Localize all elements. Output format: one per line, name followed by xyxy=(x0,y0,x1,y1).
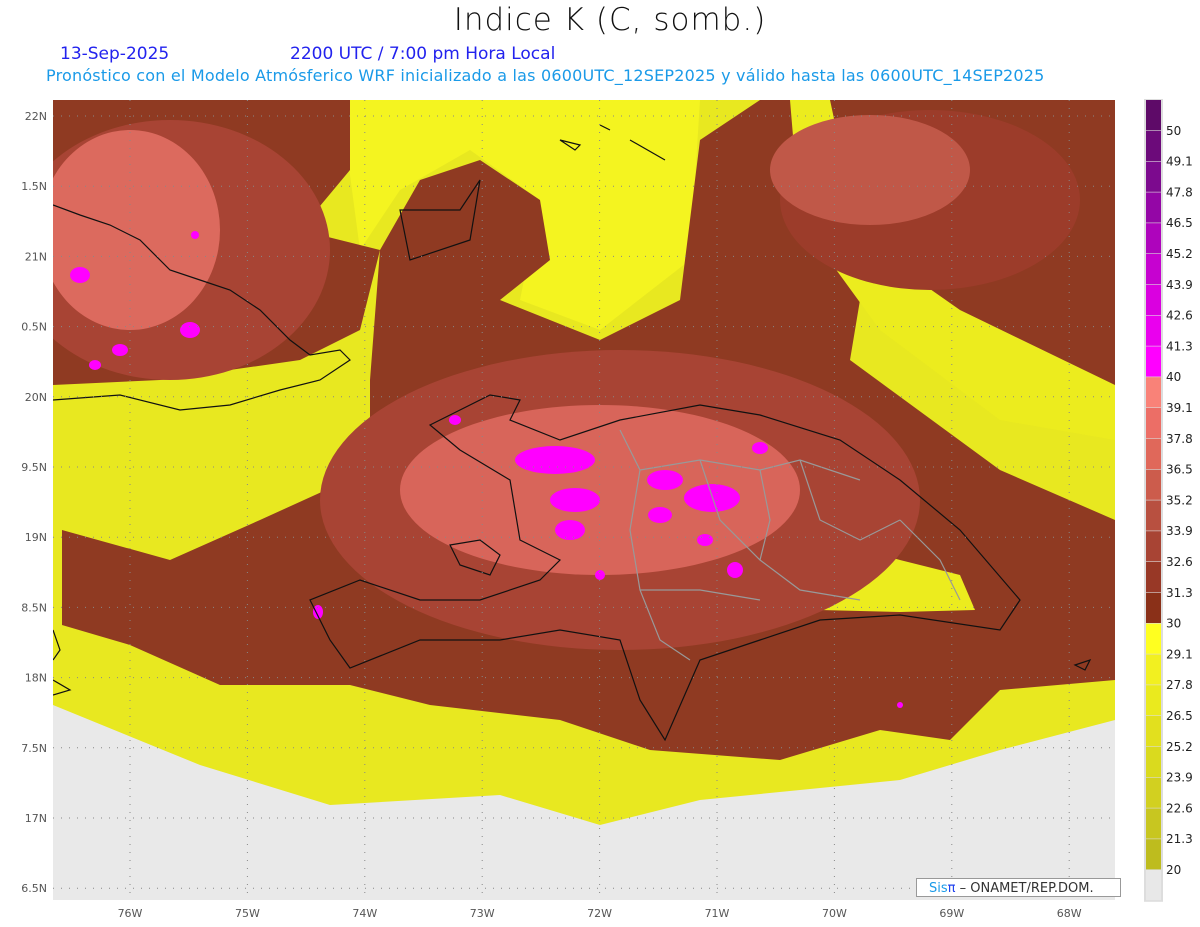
credit-brand-sis: Sis xyxy=(929,881,948,896)
colorbar-segment xyxy=(1146,438,1161,469)
latitude-labels: 22N 1.5N 21N 0.5N 20N 9.5N 19N 8.5N 18N 7.5N 17N 6.… xyxy=(21,110,47,895)
colorbar-label: 21.3 xyxy=(1166,832,1193,846)
lat-label: 8.5N xyxy=(21,601,47,614)
colorbar-segment xyxy=(1146,531,1161,562)
lon-label: 70W xyxy=(822,907,847,920)
colorbar-segment xyxy=(1146,223,1161,254)
lat-label: 17N xyxy=(25,812,47,825)
colorbar-segment xyxy=(1146,685,1161,716)
colorbar-segment xyxy=(1146,592,1161,623)
lat-label: 20N xyxy=(25,391,47,404)
colorbar-label: 25.2 xyxy=(1166,740,1193,754)
colorbar-label: 26.5 xyxy=(1166,709,1193,723)
colorbar-label: 39.1 xyxy=(1166,401,1193,415)
lon-label: 74W xyxy=(352,907,377,920)
lon-label: 71W xyxy=(705,907,730,920)
lat-label: 9.5N xyxy=(21,461,47,474)
colorbar-segment xyxy=(1146,654,1161,685)
credit-brand-pi: π xyxy=(947,881,956,896)
colorbar-label: 35.2 xyxy=(1166,493,1193,507)
colorbar-label: 43.9 xyxy=(1166,278,1193,292)
lon-label: 75W xyxy=(235,907,260,920)
colorbar-label: 33.9 xyxy=(1166,524,1193,538)
colorbar-segment xyxy=(1146,777,1161,808)
colorbar-label: 32.6 xyxy=(1166,555,1193,569)
colorbar-label: 45.2 xyxy=(1166,247,1193,261)
lat-label: 6.5N xyxy=(21,882,47,895)
forecast-time: 2200 UTC / 7:00 pm Hora Local xyxy=(290,44,556,64)
credit-box: Sisπ – ONAMET/REP.DOM. xyxy=(916,878,1121,897)
lat-label: 19N xyxy=(25,531,47,544)
colorbar-segment xyxy=(1146,469,1161,500)
lon-label: 68W xyxy=(1057,907,1082,920)
lon-label: 73W xyxy=(470,907,495,920)
colorbar-segment xyxy=(1146,839,1161,870)
lat-label: 18N xyxy=(25,672,47,685)
colorbar-segment xyxy=(1146,746,1161,777)
colorbar-segment xyxy=(1146,623,1161,654)
lon-label: 72W xyxy=(587,907,612,920)
colorbar-label: 42.6 xyxy=(1166,309,1193,323)
colorbar-label: 40 xyxy=(1166,370,1181,384)
colorbar-label: 49.1 xyxy=(1166,155,1193,169)
lat-label: 21N xyxy=(25,250,47,263)
colorbar-segment xyxy=(1146,284,1161,315)
salmon-area xyxy=(400,405,800,575)
colorbar-label: 41.3 xyxy=(1166,339,1193,353)
model-description: Pronóstico con el Modelo Atmósferico WRF… xyxy=(46,66,1045,85)
lat-label: 22N xyxy=(25,110,47,123)
colorbar-label: 37.8 xyxy=(1166,432,1193,446)
forecast-date: 13-Sep-2025 xyxy=(60,44,170,64)
colorbar-legend: 50 49.1 47.8 46.5 45.2 43.9 42.6 41.3 40 39.1 37.8… xyxy=(1144,99,1193,902)
colorbar-segment xyxy=(1146,346,1161,377)
colorbar-label: 50 xyxy=(1166,124,1181,138)
colorbar-label: 30 xyxy=(1166,617,1181,631)
lat-label: 7.5N xyxy=(21,742,47,755)
lon-label: 76W xyxy=(118,907,143,920)
colorbar-segment xyxy=(1146,130,1161,161)
colorbar-label: 46.5 xyxy=(1166,216,1193,230)
colorbar-segment xyxy=(1146,100,1161,131)
colorbar-segment xyxy=(1146,161,1161,192)
salmon-area-ne xyxy=(770,115,970,225)
lat-label: 0.5N xyxy=(21,321,47,334)
colorbar-segment xyxy=(1146,254,1161,285)
colorbar-segment xyxy=(1146,716,1161,747)
colorbar-segment xyxy=(1146,808,1161,839)
colorbar-label: 29.1 xyxy=(1166,647,1193,661)
colorbar-segment xyxy=(1146,870,1161,901)
longitude-labels: 76W 75W 74W 73W 72W 71W 70W 69W 68W xyxy=(118,907,1082,920)
map-field xyxy=(53,100,1115,900)
colorbar-label: 47.8 xyxy=(1166,185,1193,199)
colorbar-segment xyxy=(1146,562,1161,593)
colorbar-label: 27.8 xyxy=(1166,678,1193,692)
colorbar-label: 31.3 xyxy=(1166,586,1193,600)
k-index-map: 22N 1.5N 21N 0.5N 20N 9.5N 19N 8.5N 18N 7.5N 17N 6.… xyxy=(21,99,1193,920)
lat-label: 1.5N xyxy=(21,180,47,193)
colorbar-segment xyxy=(1146,408,1161,439)
lon-label: 69W xyxy=(939,907,964,920)
colorbar-segment xyxy=(1146,192,1161,223)
colorbar-segment xyxy=(1146,315,1161,346)
map-title: Indice K (C, somb.) xyxy=(453,2,767,38)
credit-text: – ONAMET/REP.DOM. xyxy=(959,881,1094,896)
colorbar-label: 23.9 xyxy=(1166,771,1193,785)
colorbar-segment xyxy=(1146,377,1161,408)
colorbar-label: 20 xyxy=(1166,863,1181,877)
colorbar-label: 36.5 xyxy=(1166,463,1193,477)
colorbar-segment xyxy=(1146,500,1161,531)
colorbar-label: 22.6 xyxy=(1166,801,1193,815)
